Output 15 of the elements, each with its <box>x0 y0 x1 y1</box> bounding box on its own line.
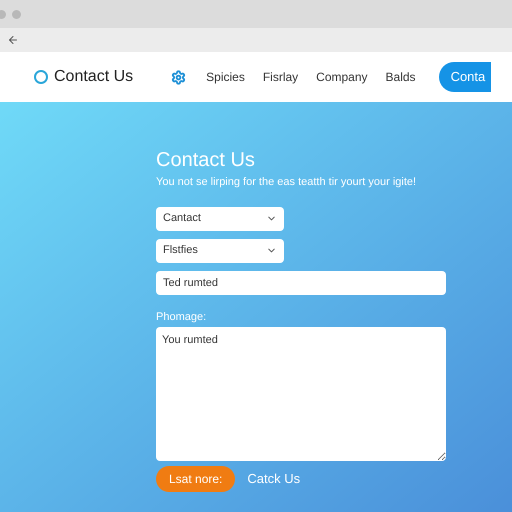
nav-link[interactable]: Balds <box>386 68 416 86</box>
nav-link[interactable]: Company <box>316 68 368 86</box>
field-label: Phomage: <box>156 310 208 324</box>
select-field[interactable]: Cantact <box>156 206 284 230</box>
form-subtitle: You not se lirping for the eas teatth tir yourt your igite! <box>156 175 418 190</box>
select-field[interactable]: Flstfies <box>156 238 284 262</box>
message-field[interactable]: You rumted <box>156 327 446 461</box>
nav-link[interactable]: Fisrlay <box>262 68 298 86</box>
form-title: Contact Us <box>156 148 256 172</box>
logo-icon <box>34 70 48 84</box>
input-field[interactable]: Ted rumted <box>156 270 446 294</box>
brand-name[interactable]: Contact Us <box>54 65 134 89</box>
nav-link[interactable]: Spicies <box>206 68 245 86</box>
back-icon[interactable] <box>7 34 19 46</box>
settings-icon[interactable] <box>171 70 186 84</box>
